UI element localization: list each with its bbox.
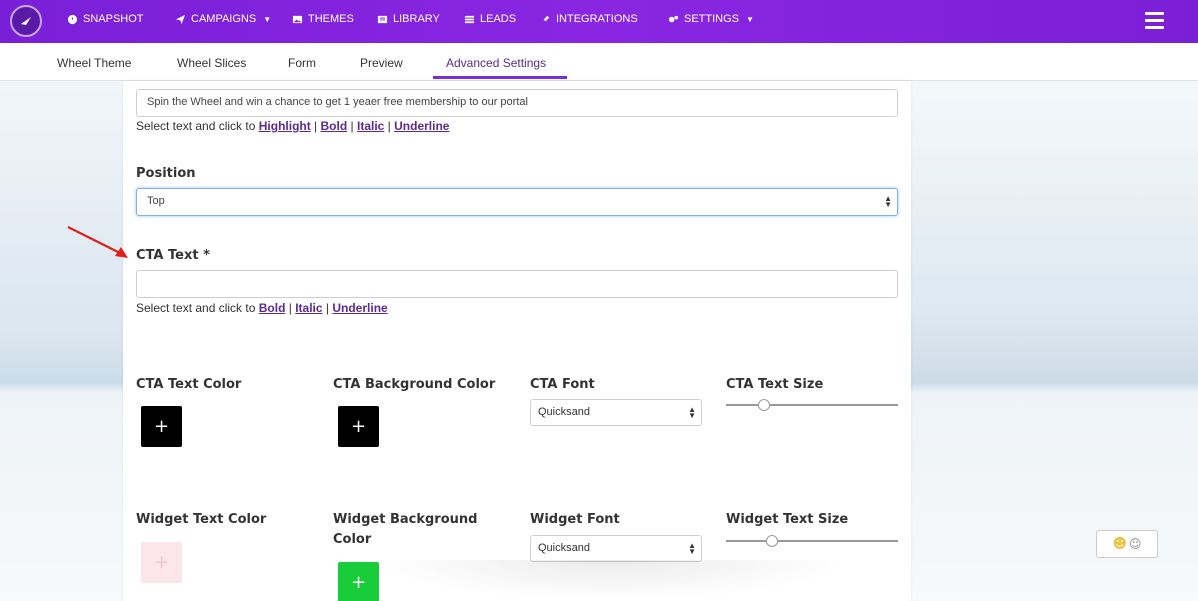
- tab-form[interactable]: Form: [288, 56, 316, 70]
- chevron-down-icon: ▼: [263, 14, 272, 24]
- widget-text-size-slider-track[interactable]: [726, 540, 898, 542]
- emoji-add-icon: ☻: [1112, 536, 1128, 552]
- italic-link[interactable]: Italic: [295, 301, 322, 315]
- select-arrows-icon: ▲ ▼: [688, 405, 696, 420]
- cta-text-label: CTA Text *: [136, 248, 210, 263]
- cta-bg-color-label: CTA Background Color: [333, 377, 496, 392]
- widget-font-select[interactable]: Quicksand ▲ ▼: [530, 535, 702, 562]
- highlight-link[interactable]: Highlight: [259, 119, 311, 133]
- feedback-widget[interactable]: ☻ ☺: [1096, 530, 1158, 558]
- page-background-left: [0, 81, 125, 601]
- tab-advanced-settings[interactable]: Advanced Settings: [446, 56, 546, 70]
- italic-link[interactable]: Italic: [357, 119, 384, 133]
- nav-integrations[interactable]: INTEGRATIONS: [540, 13, 638, 25]
- tab-preview[interactable]: Preview: [360, 56, 403, 70]
- tab-wheel-slices[interactable]: Wheel Slices: [177, 56, 246, 70]
- cta-text-input[interactable]: [136, 270, 898, 298]
- select-arrows-icon: ▲ ▼: [688, 541, 696, 556]
- app-logo[interactable]: [10, 5, 42, 37]
- chevron-down-icon: ▼: [746, 14, 754, 24]
- nav-library[interactable]: LIBRARY: [377, 13, 440, 25]
- bottom-shadow: [370, 560, 850, 601]
- top-navbar: SNAPSHOT CAMPAIGNS ▼ THEMES LIBRARY LEAD…: [0, 0, 1198, 43]
- image-icon: [292, 15, 303, 23]
- widget-text-color-label: Widget Text Color: [136, 512, 267, 527]
- cta-text-size-slider-track[interactable]: [726, 404, 898, 406]
- title-text-input[interactable]: Spin the Wheel and win a chance to get 1…: [136, 89, 898, 117]
- gears-icon: [668, 15, 679, 22]
- active-tab-indicator: [433, 76, 567, 79]
- cta-text-size-slider-thumb[interactable]: [758, 399, 770, 411]
- position-select[interactable]: Top ▲ ▼: [136, 188, 898, 216]
- cta-font-label: CTA Font: [530, 377, 595, 392]
- book-icon: [377, 15, 388, 23]
- widget-text-size-slider-thumb[interactable]: [766, 535, 778, 547]
- bold-link[interactable]: Bold: [321, 119, 348, 133]
- cta-format-helper: Select text and click to Bold | Italic |…: [136, 301, 388, 315]
- list-icon: [464, 15, 475, 23]
- smiley-icon: ☺: [1129, 537, 1142, 551]
- widget-bg-color-label: Widget Background: [333, 512, 478, 527]
- nav-snapshot[interactable]: SNAPSHOT: [67, 13, 144, 25]
- position-label: Position: [136, 166, 196, 181]
- plug-icon: [540, 15, 550, 24]
- hamburger-icon[interactable]: [1145, 12, 1164, 29]
- tab-wheel-theme[interactable]: Wheel Theme: [57, 56, 131, 70]
- select-arrows-icon: ▲ ▼: [884, 194, 892, 209]
- cta-text-color-picker[interactable]: +: [141, 406, 182, 447]
- widget-text-color-picker[interactable]: +: [141, 542, 182, 583]
- title-format-helper: Select text and click to Highlight | Bol…: [136, 119, 450, 133]
- bold-link[interactable]: Bold: [259, 301, 286, 315]
- paper-plane-icon: [175, 14, 186, 24]
- dashboard-icon: [67, 14, 78, 24]
- nav-themes[interactable]: THEMES: [292, 13, 354, 25]
- widget-font-label: Widget Font: [530, 512, 620, 527]
- nav-campaigns[interactable]: CAMPAIGNS ▼: [175, 13, 271, 25]
- cta-text-color-label: CTA Text Color: [136, 377, 242, 392]
- underline-link[interactable]: Underline: [332, 301, 387, 315]
- widget-bg-color-label-line2: Color: [333, 532, 372, 547]
- widget-text-size-label: Widget Text Size: [726, 512, 849, 527]
- cta-font-select[interactable]: Quicksand ▲ ▼: [530, 399, 702, 426]
- page-background-right: [910, 81, 1198, 601]
- cta-text-size-label: CTA Text Size: [726, 377, 824, 392]
- underline-link[interactable]: Underline: [394, 119, 449, 133]
- cta-bg-color-picker[interactable]: +: [338, 406, 379, 447]
- nav-settings[interactable]: SETTINGS ▼: [668, 13, 754, 25]
- red-arrow-icon: [67, 226, 128, 258]
- nav-leads[interactable]: LEADS: [464, 13, 516, 25]
